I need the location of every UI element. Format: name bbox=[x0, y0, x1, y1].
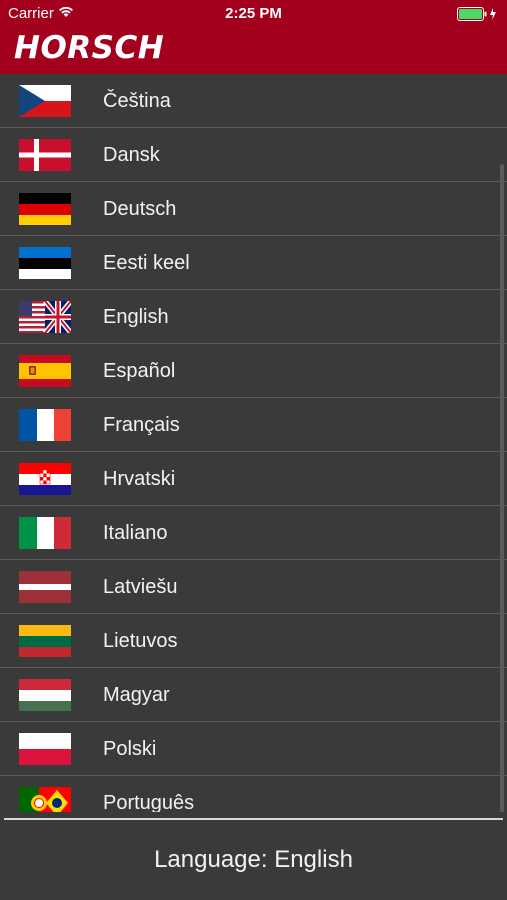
czech-flag-icon bbox=[19, 85, 71, 117]
language-label: English bbox=[103, 305, 169, 328]
language-row-eesti[interactable]: Eesti keel bbox=[0, 236, 507, 290]
scroll-indicator[interactable] bbox=[500, 164, 504, 812]
language-row-francais[interactable]: Français bbox=[0, 398, 507, 452]
language-label: Hrvatski bbox=[103, 467, 176, 490]
status-bar: Carrier 2:25 PM bbox=[0, 0, 507, 28]
portuguese-flag-icon bbox=[19, 787, 71, 812]
language-label: Magyar bbox=[103, 683, 170, 706]
estonian-flag-icon bbox=[19, 247, 71, 279]
language-label: Dansk bbox=[103, 143, 160, 166]
language-row-polski[interactable]: Polski bbox=[0, 722, 507, 776]
language-row-magyar[interactable]: Magyar bbox=[0, 668, 507, 722]
german-flag-icon bbox=[19, 193, 71, 225]
footer: Language: English bbox=[0, 820, 507, 900]
language-label: Español bbox=[103, 359, 176, 382]
language-label: Deutsch bbox=[103, 197, 177, 220]
language-row-portugues[interactable]: Português bbox=[0, 776, 507, 812]
language-row-italiano[interactable]: Italiano bbox=[0, 506, 507, 560]
language-row-espanol[interactable]: Español bbox=[0, 344, 507, 398]
app-header: HORSCH bbox=[0, 28, 507, 74]
danish-flag-icon bbox=[19, 139, 71, 171]
language-label: Português bbox=[103, 791, 195, 813]
italian-flag-icon bbox=[19, 517, 71, 549]
french-flag-icon bbox=[19, 409, 71, 441]
hungarian-flag-icon bbox=[19, 679, 71, 711]
status-time: 2:25 PM bbox=[225, 5, 282, 22]
language-row-dansk[interactable]: Dansk bbox=[0, 128, 507, 182]
language-label: Italiano bbox=[103, 521, 168, 544]
language-row-lietuvos[interactable]: Lietuvos bbox=[0, 614, 507, 668]
croatian-flag-icon bbox=[19, 463, 71, 495]
language-row-cestina[interactable]: Čeština bbox=[0, 74, 507, 128]
current-language-label: Language: English bbox=[154, 846, 353, 873]
us-uk-flag-icon bbox=[19, 301, 71, 333]
language-label: Latviešu bbox=[103, 575, 178, 598]
language-list[interactable]: Čeština Dansk Deutsch Eesti keel English… bbox=[0, 74, 507, 812]
latvian-flag-icon bbox=[19, 571, 71, 603]
polish-flag-icon bbox=[19, 733, 71, 765]
language-row-deutsch[interactable]: Deutsch bbox=[0, 182, 507, 236]
language-label: Français bbox=[103, 413, 180, 436]
language-label: Polski bbox=[103, 737, 157, 760]
language-row-english[interactable]: English bbox=[0, 290, 507, 344]
language-label: Lietuvos bbox=[103, 629, 178, 652]
horsch-logo: HORSCH bbox=[14, 30, 165, 66]
battery-charging-icon bbox=[457, 7, 499, 25]
status-right bbox=[457, 7, 499, 25]
lithuanian-flag-icon bbox=[19, 625, 71, 657]
language-row-hrvatski[interactable]: Hrvatski bbox=[0, 452, 507, 506]
language-label: Eesti keel bbox=[103, 251, 190, 274]
language-row-latviesu[interactable]: Latviešu bbox=[0, 560, 507, 614]
language-label: Čeština bbox=[103, 89, 171, 112]
spanish-flag-icon bbox=[19, 355, 71, 387]
